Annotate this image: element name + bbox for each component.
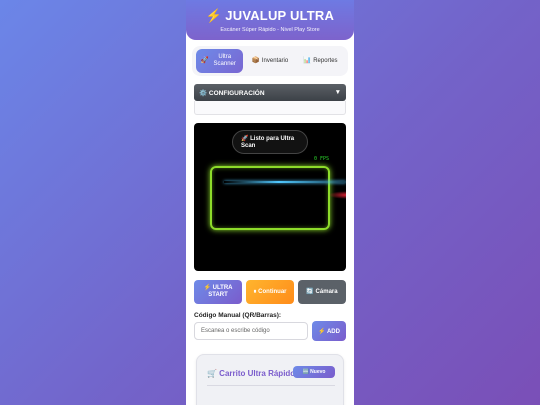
bolt-icon: ⚡: [205, 8, 223, 23]
chart-icon: 📊: [303, 57, 312, 65]
app-title-text: JUVALUP ULTRA: [225, 8, 335, 23]
camera-switch-button[interactable]: 🔄 Cámara: [298, 280, 346, 304]
tab-reportes[interactable]: 📊 Reportes: [297, 49, 344, 73]
gear-icon: ⚙️: [199, 89, 208, 97]
cart-divider: [207, 385, 335, 386]
app-panel: ⚡ JUVALUP ULTRA Escáner Súper Rápido - Ni…: [186, 0, 354, 405]
rocket-icon: 🚀: [200, 57, 209, 65]
app-title: ⚡ JUVALUP ULTRA: [186, 0, 354, 24]
add-code-button[interactable]: ⚡ ADD: [312, 321, 346, 341]
laser-glow: [328, 191, 346, 199]
config-body: [194, 101, 346, 115]
new-cart-button[interactable]: 🆕 Nuevo: [293, 366, 335, 378]
scanner-viewport: 🚀 Listo para Ultra Scan 0 FPS: [194, 123, 346, 271]
config-label: CONFIGURACIÓN: [208, 89, 265, 97]
fps-counter: 0 FPS: [314, 156, 330, 162]
tab-label: Ultra Scanner: [213, 54, 236, 67]
tab-bar: 🚀 Ultra Scanner 📦 Inventario 📊 Reportes: [192, 46, 348, 76]
scan-line: [224, 181, 346, 183]
app-header: ⚡ JUVALUP ULTRA Escáner Súper Rápido - Ni…: [186, 0, 354, 40]
cart-title: 🛒 Carrito Ultra Rápido: [207, 369, 296, 378]
ultra-start-button[interactable]: ⚡ ULTRA START: [194, 280, 242, 304]
package-icon: 📦: [251, 57, 260, 65]
app-subtitle: Escáner Súper Rápido - Nivel Play Store: [220, 27, 320, 33]
cart-panel: 🛒 Carrito Ultra Rápido 🆕 Nuevo: [196, 354, 344, 405]
config-title: ⚙️ CONFIGURACIÓN: [199, 89, 265, 97]
tab-label: Reportes: [313, 57, 338, 64]
config-toggle[interactable]: ⚙️ CONFIGURACIÓN ▼: [194, 84, 346, 101]
chevron-down-icon: ▼: [334, 89, 341, 96]
scanner-status: 🚀 Listo para Ultra Scan: [232, 130, 308, 154]
manual-code-input[interactable]: Escanea o escribe código: [194, 322, 308, 340]
tab-label: Inventario: [261, 57, 289, 64]
tab-ultra-scanner[interactable]: 🚀 Ultra Scanner: [196, 49, 244, 73]
continue-button[interactable]: ⏸ Continuar: [246, 280, 294, 304]
scan-frame: [210, 166, 330, 230]
manual-code-label: Código Manual (QR/Barras):: [194, 312, 282, 319]
action-buttons: ⚡ ULTRA START ⏸ Continuar 🔄 Cámara: [194, 280, 346, 304]
tab-inventario[interactable]: 📦 Inventario: [246, 49, 293, 73]
